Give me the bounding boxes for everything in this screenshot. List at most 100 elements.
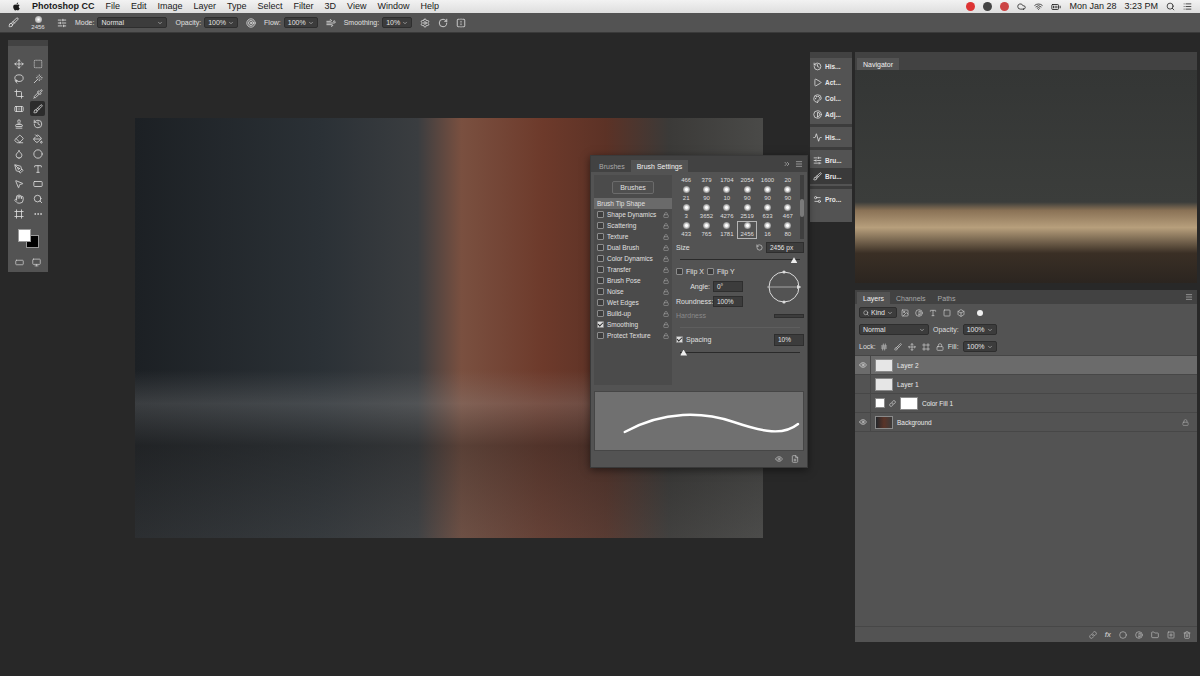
cloud-icon[interactable]	[1017, 2, 1026, 11]
option-checkbox[interactable]	[597, 288, 604, 295]
collapsed-panel-button[interactable]: Adj...	[810, 106, 852, 122]
notification-list-icon[interactable]	[1183, 2, 1192, 11]
brush-tip[interactable]: 20	[778, 175, 798, 185]
brush-tip[interactable]: 16	[757, 221, 777, 239]
tool-button[interactable]	[11, 56, 26, 71]
option-checkbox[interactable]	[597, 332, 604, 339]
menu-item[interactable]: Layer	[194, 2, 217, 11]
brush-tip[interactable]: 765	[696, 221, 716, 239]
panel-tab[interactable]: Brushes	[593, 160, 631, 172]
type-filter-icon[interactable]	[929, 309, 937, 317]
brush-option[interactable]: Transfer	[594, 264, 672, 275]
collapse-icon[interactable]	[783, 160, 791, 168]
angle-icon[interactable]	[438, 18, 448, 28]
menu-item[interactable]: Edit	[131, 2, 147, 11]
layer-fill-field[interactable]: 100%	[963, 341, 997, 353]
pixel-filter-icon[interactable]	[901, 309, 909, 317]
new-brush-icon[interactable]	[791, 455, 799, 463]
menu-item[interactable]: Help	[420, 2, 439, 11]
tool-button[interactable]	[11, 206, 26, 221]
app-status-icon[interactable]	[983, 2, 992, 11]
filter-kind-dropdown[interactable]: Kind	[859, 307, 897, 319]
wifi-icon[interactable]	[1034, 2, 1043, 11]
brush-option[interactable]: Color Dynamics	[594, 253, 672, 264]
brush-tip[interactable]: 1600	[757, 175, 777, 185]
toggle-preview-icon[interactable]	[775, 455, 783, 463]
layer-style-button[interactable]: fx	[1105, 631, 1111, 638]
lock-position-icon[interactable]	[908, 343, 916, 351]
brush-tip[interactable]: 90	[757, 185, 777, 203]
tool-button[interactable]	[30, 206, 45, 221]
layer-row[interactable]: Color Fill 1	[855, 394, 1197, 413]
adjustment-layer-icon[interactable]	[1135, 631, 1143, 639]
brush-option[interactable]: Smoothing	[594, 319, 672, 330]
shape-filter-icon[interactable]	[943, 309, 951, 317]
menu-item[interactable]: Type	[227, 2, 247, 11]
menu-item[interactable]: Filter	[294, 2, 314, 11]
tool-button[interactable]	[30, 191, 45, 206]
app-status-icon[interactable]	[966, 2, 975, 11]
brush-option[interactable]: Noise	[594, 286, 672, 297]
panel-tab[interactable]: Layers	[857, 292, 890, 304]
angle-field[interactable]: 0°	[713, 281, 743, 292]
pressure-opacity-icon[interactable]	[246, 18, 256, 28]
layer-row[interactable]: Layer 2	[855, 356, 1197, 375]
panel-menu-icon[interactable]	[795, 160, 803, 168]
option-lock[interactable]	[663, 333, 669, 339]
spacing-slider[interactable]	[680, 349, 800, 356]
collapsed-panel-button[interactable]: Act...	[810, 74, 852, 90]
lock-artboard-icon[interactable]	[922, 343, 930, 351]
collapsed-panel-button[interactable]: Col...	[810, 90, 852, 106]
option-checkbox[interactable]	[597, 321, 604, 328]
brush-tip[interactable]: 379	[696, 175, 716, 185]
brush-tip[interactable]: 1704	[717, 175, 737, 185]
collapsed-panel-button[interactable]: His...	[810, 58, 852, 74]
menu-item[interactable]: Image	[158, 2, 183, 11]
brush-tip[interactable]: 1781	[717, 221, 737, 239]
option-value[interactable]: 10%	[382, 17, 412, 29]
foreground-color[interactable]	[18, 229, 31, 242]
quick-mask-icon[interactable]	[15, 258, 24, 267]
option-lock[interactable]	[663, 289, 669, 295]
tool-button[interactable]	[11, 191, 26, 206]
tool-button[interactable]	[30, 131, 45, 146]
option-checkbox[interactable]	[597, 299, 604, 306]
option-lock[interactable]	[663, 223, 669, 229]
size-field[interactable]: 2456 px	[766, 242, 804, 253]
lock-all-icon[interactable]	[936, 343, 944, 351]
smart-object-filter-icon[interactable]	[957, 309, 965, 317]
option-lock[interactable]	[663, 278, 669, 284]
panel-grip[interactable]	[8, 40, 48, 46]
menu-item[interactable]: 3D	[325, 2, 337, 11]
brush-tool-icon[interactable]	[8, 17, 19, 28]
tool-button[interactable]	[11, 86, 26, 101]
brush-tip[interactable]: 90	[696, 185, 716, 203]
tool-button[interactable]	[30, 116, 45, 131]
tool-button[interactable]	[30, 146, 45, 161]
panel-tab[interactable]: Paths	[932, 292, 962, 304]
visibility-toggle[interactable]	[855, 413, 871, 431]
layer-lock[interactable]	[1182, 419, 1189, 426]
brush-option[interactable]: Protect Texture	[594, 330, 672, 341]
spacing-field[interactable]: 10%	[774, 334, 804, 345]
option-value[interactable]: Normal	[97, 17, 167, 29]
option-checkbox[interactable]	[597, 211, 604, 218]
brush-tip[interactable]: 3652	[696, 203, 716, 221]
collapsed-panel-button[interactable]: Bru...	[810, 152, 852, 168]
panel-tab[interactable]: Navigator	[857, 58, 899, 70]
menu-item[interactable]: View	[347, 2, 366, 11]
slider-thumb[interactable]	[791, 257, 798, 263]
search-icon[interactable]	[1166, 2, 1175, 11]
brush-tip[interactable]: 4276	[717, 203, 737, 221]
panel-grip[interactable]	[810, 52, 852, 58]
brush-tip[interactable]: 433	[676, 221, 696, 239]
brush-tip[interactable]: 90	[737, 185, 757, 203]
tool-button[interactable]	[11, 101, 26, 116]
collapsed-panel-button[interactable]: His...	[810, 129, 852, 145]
tip-scrollbar[interactable]	[800, 175, 804, 239]
visibility-toggle[interactable]	[855, 375, 871, 393]
tool-button[interactable]	[11, 71, 26, 86]
tool-button[interactable]	[11, 161, 26, 176]
option-lock[interactable]	[663, 311, 669, 317]
clock-date[interactable]: Mon Jan 28	[1069, 2, 1116, 11]
